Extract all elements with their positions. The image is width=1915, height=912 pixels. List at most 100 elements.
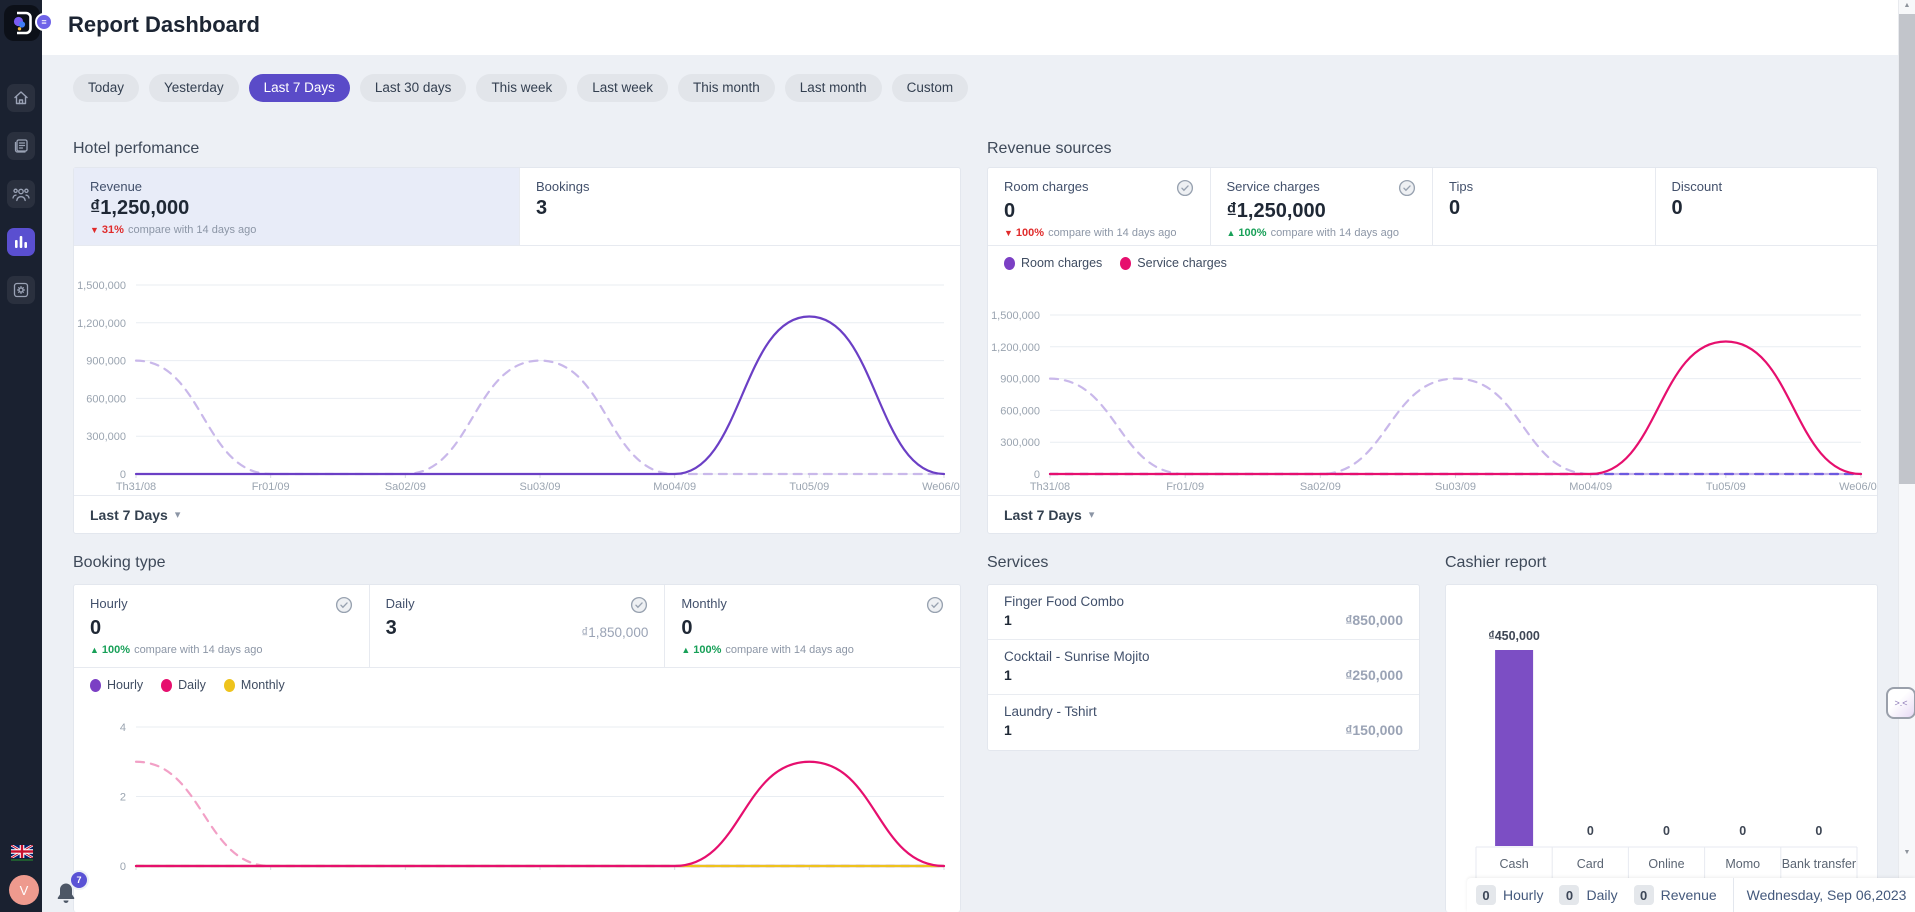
scrollbar-up-icon[interactable]: ▲ [1899,2,1915,9]
stat-discount[interactable]: Discount 0 [1655,168,1878,245]
stat-value: 0 [90,617,353,640]
user-avatar[interactable]: V [9,875,39,905]
filter-today[interactable]: Today [73,74,139,102]
legend-room-charges[interactable]: Room charges [1004,256,1102,270]
svg-text:Th31/08: Th31/08 [1030,481,1070,493]
notification-count-badge[interactable]: 7 [69,870,89,890]
stat-label: Discount [1672,179,1862,194]
language-flag-uk[interactable] [11,845,33,858]
hotel-performance-stats: Revenue ₫1,250,000 ▼31%compare with 14 d… [74,168,960,246]
stat-monthly[interactable]: Monthly 0 ▲100%compare with 14 days ago [664,585,960,667]
legend-service-charges[interactable]: Service charges [1120,256,1227,270]
service-amount: ₫250,000 [1345,667,1403,683]
sidebar-item-analytics[interactable] [7,228,35,256]
check-circle-icon[interactable] [335,596,353,614]
svg-text:0: 0 [1815,824,1822,838]
stat-amount: ₫1,850,000 [581,625,648,640]
filter-last-month[interactable]: Last month [785,74,882,102]
filter-this-month[interactable]: This month [678,74,775,102]
booking-type-card: Hourly 0 ▲100%compare with 14 days ago D… [73,584,961,912]
svg-text:Mo04/09: Mo04/09 [1569,481,1612,493]
scrollbar-thumb[interactable] [1899,14,1915,484]
stat-value: ₫1,250,000 [1227,200,1417,223]
stat-service-charges[interactable]: Service charges ₫1,250,000 ▲100%compare … [1210,168,1433,245]
page-scrollbar[interactable]: ▲ ▼ [1898,0,1915,878]
filter-yesterday[interactable]: Yesterday [149,74,239,102]
room-charges-dot-icon [1004,257,1015,270]
service-row[interactable]: Finger Food Combo 1 ₫850,000 [988,585,1419,640]
stat-value: 3 [386,617,397,640]
settings-icon [13,282,29,298]
check-circle-icon[interactable] [1398,179,1416,197]
sidebar-item-home[interactable] [7,84,35,112]
menu-toggle-icon[interactable]: ≡ [35,13,53,31]
svg-text:2: 2 [120,792,126,804]
check-circle-icon[interactable] [1176,179,1194,197]
booking-type-legend: Hourly Daily Monthly [74,670,960,700]
svg-text:1,500,000: 1,500,000 [991,310,1040,322]
check-circle-icon[interactable] [926,596,944,614]
stat-bookings[interactable]: Bookings 3 [519,168,960,245]
service-row[interactable]: Cocktail - Sunrise Mojito 1 ₫250,000 [988,640,1419,695]
hourly-dot-icon [90,679,101,692]
revenue-sources-chart: 0300,000600,000900,0001,200,0001,500,000… [988,275,1877,496]
stat-value: 0 [1004,200,1194,223]
svg-text:Online: Online [1648,857,1684,871]
delta-up-icon: ▲ [90,645,99,655]
svg-text:900,000: 900,000 [1000,374,1040,386]
svg-text:0: 0 [120,469,126,481]
legend-daily[interactable]: Daily [161,678,206,692]
svg-text:0: 0 [1034,469,1040,481]
stat-revenue[interactable]: Revenue ₫1,250,000 ▼31%compare with 14 d… [74,168,519,245]
stat-room-charges[interactable]: Room charges 0 ▼100%compare with 14 days… [988,168,1210,245]
svg-text:Su03/09: Su03/09 [520,481,561,493]
check-circle-icon[interactable] [630,596,648,614]
monthly-dot-icon [224,679,235,692]
service-name: Finger Food Combo [1004,594,1403,609]
status-bar: 0 Hourly 0 Daily 0 Revenue Wednesday, Se… [1467,878,1915,912]
legend-monthly[interactable]: Monthly [224,678,285,692]
service-row[interactable]: Laundry - Tshirt 1 ₫150,000 [988,695,1419,750]
date-filter-bar: Today Yesterday Last 7 Days Last 30 days… [73,74,968,102]
svg-text:Tu05/09: Tu05/09 [789,481,829,493]
revenue-sources-range-dropdown[interactable]: Last 7 Days ▾ [988,495,1877,533]
booking-type-chart: 024 [74,697,960,912]
guests-icon [12,187,30,202]
delta-up-icon: ▲ [1227,228,1236,238]
filter-last-7-days[interactable]: Last 7 Days [249,74,350,102]
hotel-performance-range-dropdown[interactable]: Last 7 Days ▾ [74,495,960,533]
status-daily: 0 Daily [1559,885,1617,905]
legend-hourly[interactable]: Hourly [90,678,143,692]
svg-text:We06/09: We06/09 [1839,481,1877,493]
svg-text:0: 0 [1587,824,1594,838]
stat-label: Room charges [1004,179,1089,194]
booking-type-stats: Hourly 0 ▲100%compare with 14 days ago D… [74,585,960,668]
status-daily-count: 0 [1559,885,1579,905]
svg-text:Su03/09: Su03/09 [1435,481,1476,493]
scrollbar-down-icon[interactable]: ▼ [1899,849,1915,856]
hotel-performance-card: Revenue ₫1,250,000 ▼31%compare with 14 d… [73,167,961,534]
revenue-sources-card: Room charges 0 ▼100%compare with 14 days… [987,167,1878,534]
stat-daily[interactable]: Daily 3 ₫1,850,000 [369,585,665,667]
svg-text:Sa02/09: Sa02/09 [1300,481,1341,493]
sidebar-item-guests[interactable] [7,180,35,208]
service-qty: 1 [1004,612,1012,628]
analytics-icon [14,235,28,249]
sidebar-item-settings[interactable] [7,276,35,304]
stat-tips[interactable]: Tips 0 [1432,168,1655,245]
reports-icon [13,138,29,154]
stat-label: Hourly [90,596,128,611]
collapse-widget-button[interactable]: >.< [1886,687,1915,719]
filter-last-week[interactable]: Last week [577,74,668,102]
filter-this-week[interactable]: This week [476,74,567,102]
svg-text:Sa02/09: Sa02/09 [385,481,426,493]
svg-text:₫450,000: ₫450,000 [1488,629,1540,643]
filter-last-30-days[interactable]: Last 30 days [360,74,467,102]
svg-text:Mo04/09: Mo04/09 [653,481,696,493]
sidebar-item-reports[interactable] [7,132,35,160]
range-label: Last 7 Days [1004,507,1082,523]
cashier-report-chart: Cash₫450,000Card0Online0Momo0Bank transf… [1446,585,1877,879]
stat-hourly[interactable]: Hourly 0 ▲100%compare with 14 days ago [74,585,369,667]
filter-custom[interactable]: Custom [892,74,969,102]
service-amount: ₫850,000 [1345,612,1403,628]
